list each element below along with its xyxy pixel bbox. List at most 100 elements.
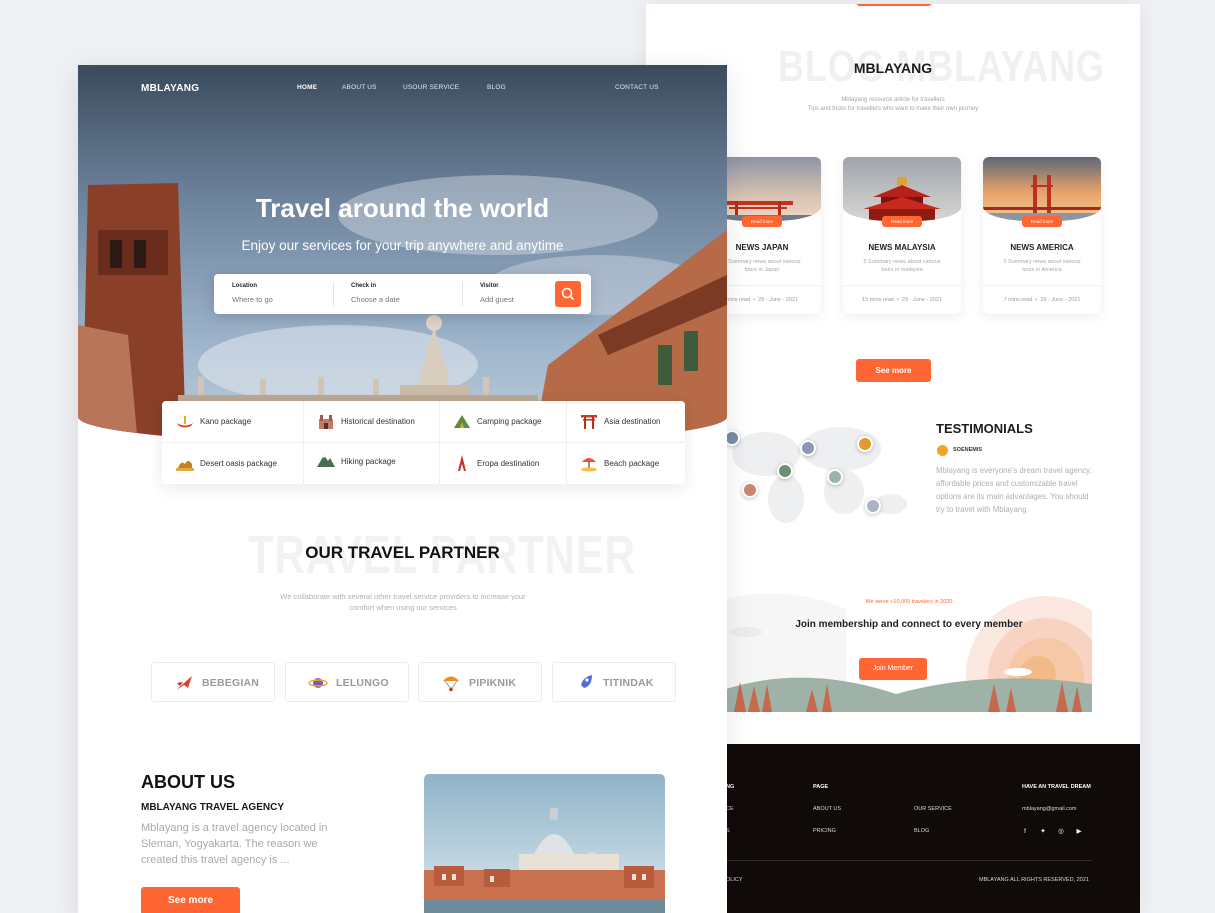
- hero-title: Travel around the world: [255, 193, 550, 223]
- airplane-icon: [176, 676, 192, 690]
- partner-name: PIPIKNIK: [469, 677, 517, 689]
- traveler-avatar-pin: [865, 498, 881, 514]
- card-meta: 15 mins read • 29 - June - 2021: [862, 297, 942, 303]
- footer-policy-link[interactable]: OLICY: [726, 877, 743, 883]
- card-date: 29 - June - 2021: [758, 297, 799, 303]
- partner-name: LELUNGO: [336, 677, 389, 689]
- footer-link[interactable]: CE: [726, 806, 734, 812]
- card-date: 29 - June - 2021: [1040, 297, 1081, 303]
- location-input[interactable]: [232, 295, 324, 304]
- venice-image: [424, 774, 665, 913]
- checkin-label: Check in: [351, 283, 377, 289]
- facebook-icon[interactable]: f: [1020, 827, 1030, 837]
- partner-pipiknik[interactable]: PIPIKNIK: [418, 662, 542, 702]
- top-accent-tab: [856, 4, 932, 6]
- planet-icon: [308, 678, 328, 688]
- package-item-asia[interactable]: Asia destination: [566, 401, 685, 442]
- search-button[interactable]: [555, 281, 581, 307]
- package-label: Kano package: [200, 417, 252, 426]
- golden-gate-image: [983, 157, 1101, 221]
- news-card-malaysia[interactable]: Read more NEWS MALAYSIA 5 Summary news a…: [843, 157, 961, 314]
- read-more-badge[interactable]: Read more: [882, 216, 922, 227]
- about-subtitle: MBLAYANG TRAVEL AGENCY: [141, 802, 284, 813]
- youtube-icon[interactable]: ▶: [1074, 827, 1084, 837]
- read-more-badge[interactable]: Read more: [1022, 216, 1062, 227]
- read-time: mins read: [725, 297, 751, 303]
- visitor-label: Visitor: [480, 283, 499, 289]
- card-title: NEWS MALAYSIA: [868, 243, 936, 252]
- card-meta: 7 mins read • 29 - June - 2021: [1003, 297, 1081, 303]
- card-description: 5 Summary news about various tours in ma…: [863, 259, 941, 273]
- about-title: ABOUT US: [141, 772, 235, 792]
- camel-icon: [176, 461, 194, 471]
- divider: [843, 285, 961, 286]
- package-item-kano[interactable]: Kano package: [162, 401, 303, 442]
- package-label: Hiking package: [341, 457, 396, 466]
- nav-home[interactable]: HOME: [297, 84, 317, 91]
- membership-banner: We serve +10,000 travelers in 2020 Join …: [726, 584, 1092, 712]
- testimonial-text: Mblayang is everyone's dream travel agen…: [936, 466, 1092, 514]
- read-more-badge[interactable]: Read more: [742, 216, 782, 227]
- twitter-icon[interactable]: ✦: [1038, 827, 1048, 837]
- package-label: Camping package: [477, 417, 542, 426]
- membership-stat: We serve +10,000 travelers in 2020: [865, 599, 953, 605]
- beach-umbrella-icon: [581, 458, 597, 472]
- torii-gate-icon: [581, 415, 597, 429]
- canoe-icon: [177, 416, 193, 428]
- eiffel-tower-icon: [458, 455, 466, 471]
- nav-contact-us[interactable]: CONTACT US: [615, 84, 659, 91]
- footer-email[interactable]: mblayang@gmail.com: [1022, 806, 1077, 812]
- membership-title: Join membership and connect to every mem…: [795, 619, 1023, 630]
- testimonial-name: SOENEMIS: [953, 447, 983, 453]
- nav-about-us[interactable]: ABOUT US: [342, 84, 377, 91]
- checkin-input[interactable]: [351, 295, 443, 304]
- package-item-beach[interactable]: Beach package: [566, 443, 685, 484]
- mountain-icon: [317, 455, 335, 467]
- footer-link-service[interactable]: OUR SERVICE: [914, 806, 952, 812]
- travel-partner-subtitle: We collaborate with several other travel…: [280, 592, 526, 612]
- hero-city-background: [78, 65, 727, 445]
- news-card-america[interactable]: Read more NEWS AMERICA 5 Summary news ab…: [983, 157, 1101, 314]
- card-date: 29 - June - 2021: [901, 297, 942, 303]
- package-item-hiking[interactable]: Hiking package: [303, 443, 439, 484]
- read-time: 15 mins read: [862, 297, 894, 303]
- join-member-button[interactable]: Join Member: [859, 658, 927, 680]
- footer-brand-fragment: NG: [726, 784, 735, 790]
- nav-our-service[interactable]: USOUR SERVICE: [403, 84, 459, 91]
- footer-link-blog[interactable]: BLOG: [914, 828, 929, 834]
- partner-name: BEBEGIAN: [202, 677, 260, 689]
- package-categories: Kano package Historical destination Camp…: [162, 401, 685, 484]
- package-item-historical[interactable]: Historical destination: [303, 401, 439, 442]
- rocket-icon: [577, 675, 592, 690]
- footer-page-heading: PAGE: [813, 784, 829, 790]
- partner-bebegian[interactable]: BEBEGIAN: [151, 662, 275, 702]
- footer-contact-heading: HAVE AN TRAVEL DREAM: [1022, 784, 1091, 790]
- footer-divider: [726, 860, 1092, 861]
- package-item-camping[interactable]: Camping package: [439, 401, 566, 442]
- instagram-icon[interactable]: ◎: [1056, 827, 1066, 837]
- partner-lelungo[interactable]: LELUNGO: [285, 662, 409, 702]
- footer-link-pricing[interactable]: PRICING: [813, 828, 836, 834]
- blog-see-more-button[interactable]: See more: [856, 359, 931, 382]
- about-see-more-button[interactable]: See more: [141, 887, 240, 913]
- package-label: Eropa destination: [477, 459, 540, 468]
- testimonial-avatar: [937, 445, 948, 456]
- footer-link-about[interactable]: ABOUT US: [813, 806, 841, 812]
- visitor-input[interactable]: [480, 295, 550, 304]
- malaysia-temple-image: [843, 157, 961, 221]
- logo[interactable]: MBLAYANG: [141, 83, 199, 94]
- divider: [462, 282, 463, 306]
- search-icon: [561, 287, 575, 301]
- castle-icon: [319, 415, 333, 429]
- location-label: Location: [232, 283, 257, 289]
- divider: [983, 285, 1101, 286]
- travel-partner-title: OUR TRAVEL PARTNER: [305, 543, 500, 562]
- partner-name: TITINDAK: [603, 677, 654, 689]
- package-item-eropa[interactable]: Eropa destination: [439, 443, 566, 484]
- read-time: 7 mins read: [1003, 297, 1033, 303]
- package-item-desert[interactable]: Desert oasis package: [162, 443, 303, 484]
- partner-titindak[interactable]: TITINDAK: [552, 662, 676, 702]
- trip-search-bar: Location Check in Visitor: [214, 274, 591, 314]
- nav-blog[interactable]: BLOG: [487, 84, 506, 91]
- package-label: Historical destination: [341, 417, 415, 426]
